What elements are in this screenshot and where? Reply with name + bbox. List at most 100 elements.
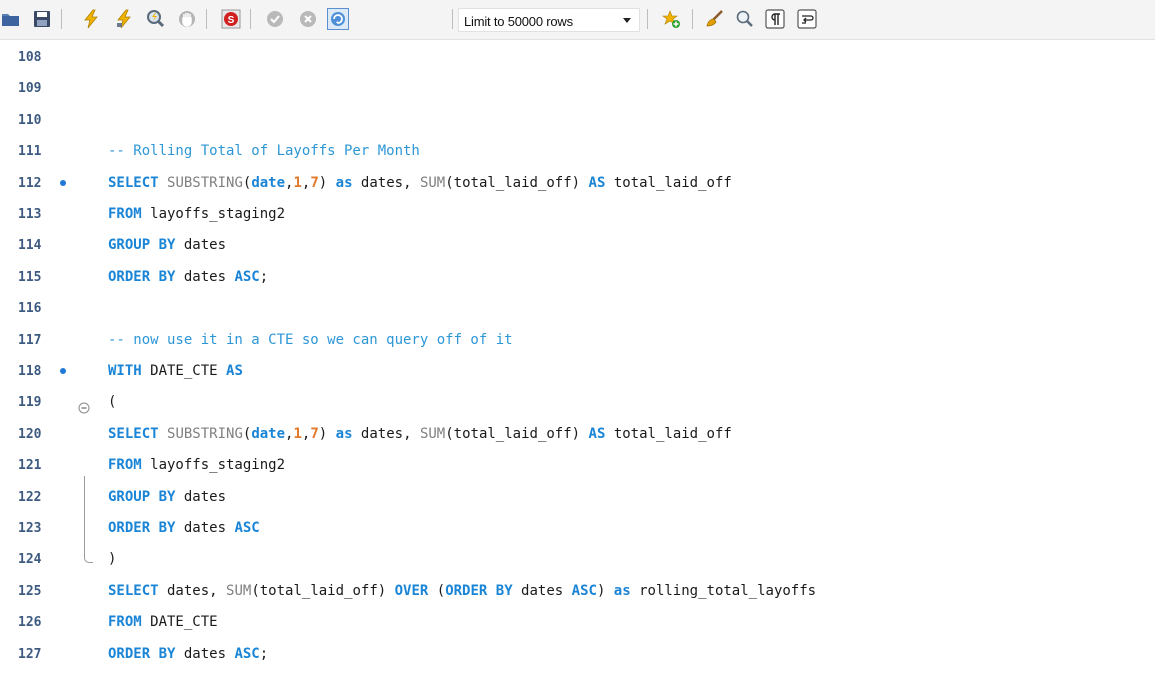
- explain-magnifier-icon[interactable]: [144, 8, 166, 30]
- invisible-chars-icon[interactable]: [764, 8, 786, 30]
- code-line[interactable]: 108: [0, 42, 1155, 73]
- sql-text: dates: [175, 268, 235, 285]
- sql-keyword: ASC: [234, 268, 260, 285]
- toolbar-separator: [61, 9, 62, 29]
- code-line[interactable]: 127 ORDER BY dates ASC;: [0, 639, 1155, 670]
- statement-marker-icon[interactable]: [60, 368, 66, 374]
- autocommit-icon[interactable]: [327, 8, 349, 30]
- sql-text: total_laid_off: [605, 174, 732, 191]
- sql-text: DATE_CTE: [141, 363, 227, 379]
- sql-text: DATE_CTE: [141, 614, 218, 631]
- stop-icon[interactable]: [176, 8, 198, 30]
- line-number: 119: [18, 395, 42, 411]
- statement-marker-icon[interactable]: [60, 179, 66, 186]
- fold-collapse-icon[interactable]: [78, 395, 90, 414]
- toolbar-separator: [647, 9, 648, 29]
- add-snippet-star-icon[interactable]: [660, 8, 682, 30]
- sql-keyword: ORDER BY: [445, 582, 513, 599]
- code-line[interactable]: 110: [0, 105, 1155, 136]
- code-text: GROUP BY dates: [108, 230, 226, 261]
- sql-comment: -- Rolling Total of Layoffs Per Month: [108, 143, 420, 160]
- sql-editor[interactable]: 108 109 110 111 -- Rolling Total of Layoffs …: [0, 40, 1155, 681]
- code-line[interactable]: 115 ORDER BY dates ASC;: [0, 262, 1155, 293]
- code-text: GROUP BY dates: [108, 482, 226, 513]
- sql-keyword: as: [335, 174, 353, 191]
- sql-number: 1: [293, 174, 302, 191]
- line-number: 112: [18, 175, 42, 191]
- code-text: ): [108, 544, 116, 575]
- sql-keyword: FROM: [108, 206, 142, 222]
- find-magnifier-icon[interactable]: [734, 8, 756, 30]
- code-line[interactable]: 117 -- now use it in a CTE so we can quer…: [0, 325, 1155, 356]
- code-line[interactable]: 114 GROUP BY dates: [0, 230, 1155, 261]
- code-line[interactable]: 122 GROUP BY dates: [0, 482, 1155, 513]
- open-folder-icon[interactable]: [0, 8, 22, 30]
- sql-text: ): [596, 582, 614, 599]
- limit-rows-label: Limit to 50000 rows: [464, 14, 573, 29]
- sql-text: dates: [512, 582, 572, 599]
- execute-lightning-icon[interactable]: [80, 8, 102, 30]
- sql-text: (total_laid_off): [445, 425, 589, 442]
- code-line[interactable]: 111 -- Rolling Total of Layoffs Per Month: [0, 136, 1155, 167]
- line-number: 123: [18, 521, 42, 536]
- beautify-brush-icon[interactable]: [704, 8, 726, 30]
- code-line[interactable]: 120 SELECT SUBSTRING(date,1,7) as dates, …: [0, 419, 1155, 450]
- line-number: 108: [18, 50, 42, 65]
- limit-rows-select[interactable]: Limit to 50000 rows: [458, 8, 640, 32]
- code-line[interactable]: 116: [0, 293, 1155, 324]
- code-text: FROM layoffs_staging2: [108, 199, 285, 230]
- sql-function: SUBSTRING: [167, 174, 243, 191]
- sql-number: 1: [293, 425, 302, 442]
- code-line[interactable]: 125 SELECT dates, SUM(total_laid_off) OVE…: [0, 576, 1155, 607]
- line-number: 115: [18, 269, 42, 285]
- sql-text: dates: [175, 645, 235, 662]
- code-line[interactable]: 118 WITH DATE_CTE AS: [0, 356, 1155, 387]
- sql-keyword: date: [251, 174, 286, 191]
- code-text: WITH DATE_CTE AS: [108, 356, 243, 387]
- code-text: SELECT SUBSTRING(date,1,7) as dates, SUM…: [108, 168, 732, 199]
- sql-function: SUBSTRING: [167, 425, 243, 442]
- sql-keyword: SELECT: [108, 174, 159, 191]
- code-line[interactable]: 126 FROM DATE_CTE: [0, 607, 1155, 638]
- sql-number: 7: [310, 174, 319, 191]
- sql-text: dates,: [352, 425, 420, 442]
- sql-keyword: AS: [588, 174, 606, 191]
- sql-keyword: OVER: [394, 582, 429, 599]
- sql-text: layoffs_staging2: [141, 206, 286, 222]
- execute-current-lightning-icon[interactable]: [113, 8, 135, 30]
- code-text: SELECT SUBSTRING(date,1,7) as dates, SUM…: [108, 419, 732, 450]
- word-wrap-icon[interactable]: [796, 8, 818, 30]
- code-line[interactable]: 112 SELECT SUBSTRING(date,1,7) as dates, …: [0, 168, 1155, 199]
- rollback-icon[interactable]: [297, 8, 319, 30]
- line-number: 111: [18, 144, 42, 160]
- commit-icon[interactable]: [264, 8, 286, 30]
- toolbar-separator: [452, 9, 453, 29]
- sql-keyword: date: [251, 425, 286, 442]
- code-text: (: [108, 387, 116, 418]
- code-line[interactable]: 123 ORDER BY dates ASC: [0, 513, 1155, 544]
- sql-text: dates: [175, 488, 227, 505]
- code-line[interactable]: 109: [0, 73, 1155, 104]
- toolbar-separator: [250, 9, 251, 29]
- code-line[interactable]: 124): [0, 544, 1155, 575]
- line-number: 127: [18, 646, 42, 662]
- code-text: ORDER BY dates ASC;: [108, 262, 268, 293]
- sql-text: dates: [175, 237, 227, 254]
- code-line[interactable]: 113 FROM layoffs_staging2: [0, 199, 1155, 230]
- toolbar-separator: [692, 9, 693, 29]
- stop-on-error-icon[interactable]: S: [220, 8, 242, 30]
- sql-comment: -- now use it in a CTE so we can query o…: [108, 331, 513, 348]
- chevron-down-icon: [623, 18, 631, 23]
- code-text: -- Rolling Total of Layoffs Per Month: [108, 136, 420, 167]
- code-line[interactable]: 121 FROM layoffs_staging2: [0, 450, 1155, 481]
- sql-function: SUM: [419, 174, 446, 191]
- sql-keyword: as: [335, 425, 353, 442]
- svg-text:S: S: [228, 15, 235, 26]
- sql-keyword: as: [613, 582, 631, 599]
- line-number: 109: [18, 81, 42, 97]
- code-line[interactable]: 119 (: [0, 387, 1155, 418]
- sql-keyword: FROM: [108, 457, 142, 474]
- line-number: 122: [18, 489, 42, 505]
- save-icon[interactable]: [31, 8, 53, 30]
